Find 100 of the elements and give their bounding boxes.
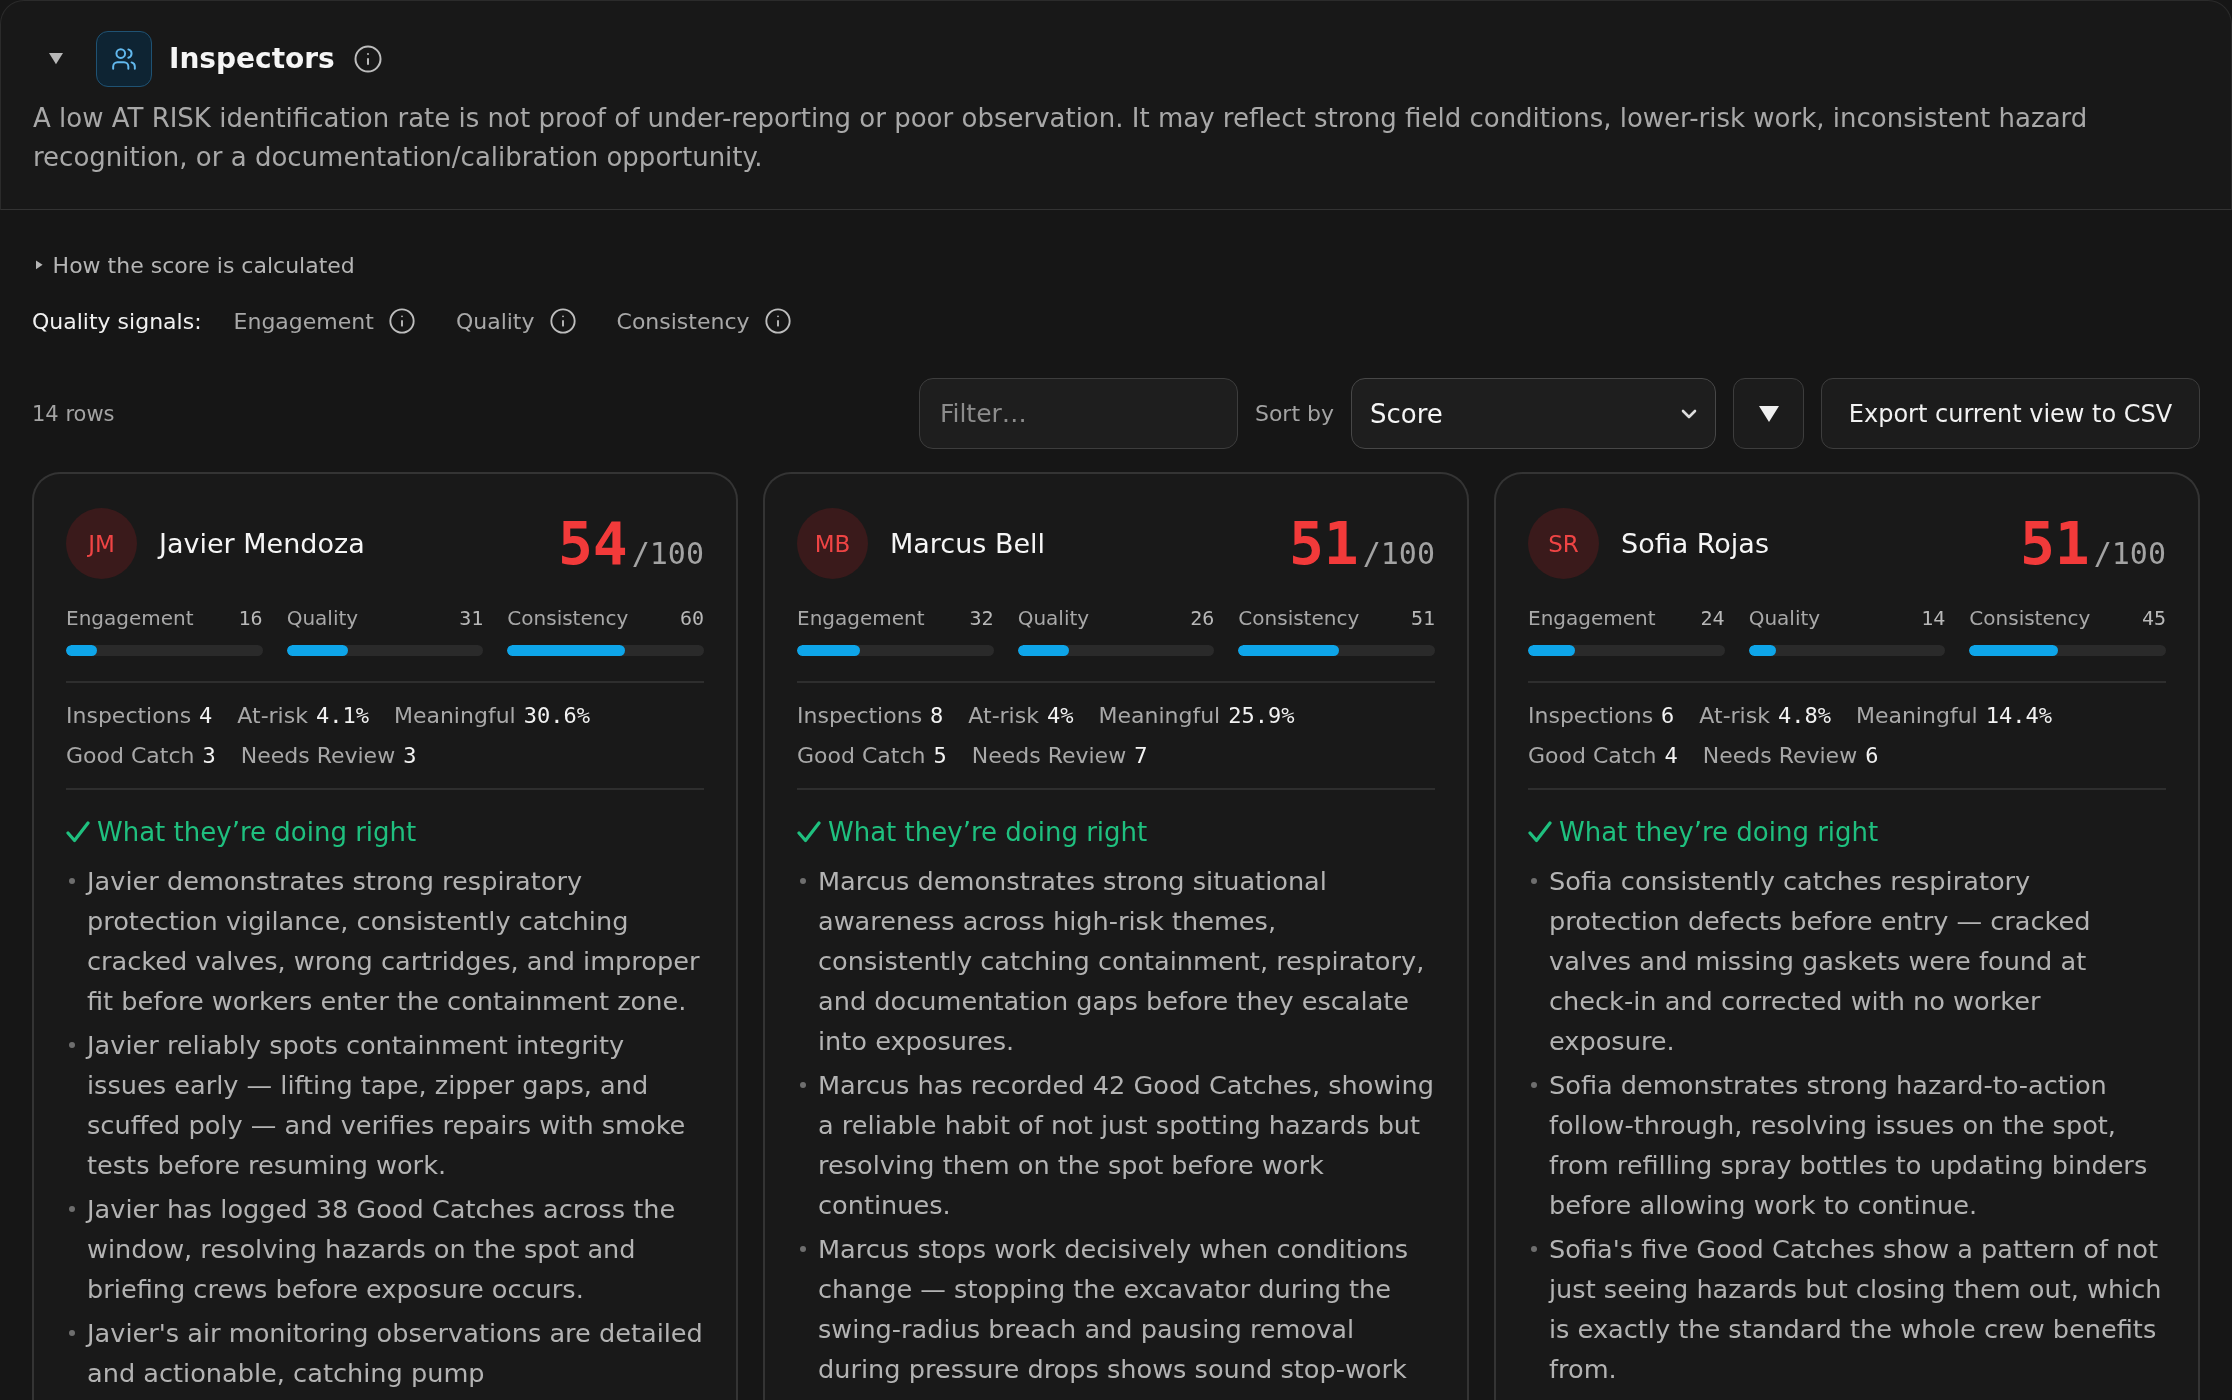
- stat-value: 4.8%: [1777, 702, 1831, 730]
- stat-label: Needs Review: [1702, 742, 1858, 770]
- strengths-heading: What they’re doing right: [1559, 817, 1879, 847]
- signals-label: Quality signals:: [32, 308, 202, 334]
- strength-text: Sofia's five Good Catches show a pattern of not just seeing hazards but closing them out, which is exactly the standard the whole crew benefits from.: [1549, 1233, 2163, 1386]
- stat-value: 30.6%: [523, 702, 590, 730]
- users-icon: [96, 31, 152, 87]
- sort-direction-button[interactable]: [1733, 378, 1804, 449]
- score-explainer-toggle[interactable]: How the score is calculated: [32, 250, 355, 280]
- inspector-name: Marcus Bell: [890, 528, 1046, 559]
- strengths-heading: What they’re doing right: [828, 817, 1148, 847]
- metric-value: 32: [969, 605, 994, 632]
- score-max: /100: [631, 535, 704, 571]
- metric-label: Quality: [1748, 605, 1821, 632]
- stat-value: 6: [1865, 742, 1879, 770]
- stat-value: 8: [930, 702, 944, 730]
- score-max: /100: [2093, 535, 2166, 571]
- metric-value: 16: [238, 605, 263, 632]
- bullet-icon: [69, 1206, 75, 1212]
- metric-label: Consistency: [1238, 605, 1360, 632]
- metric-value: 45: [2141, 605, 2166, 632]
- caret-down-icon[interactable]: [49, 53, 63, 65]
- stat-value: 4: [199, 702, 213, 730]
- stat-label: Inspections: [66, 702, 192, 730]
- strength-text: Javier demonstrates strong respiratory protection vigilance, consistently catching cracked valves, wrong cartridges, and improper fit before workers enter the containment zone.: [87, 865, 701, 1018]
- initials-avatar: SR: [1528, 508, 1599, 579]
- strength-text: Marcus has recorded 42 Good Catches, showing a reliable habit of not just spotting hazards but resolving them on the spot before work continues.: [818, 1069, 1435, 1222]
- sort-label: Sort by: [1254, 401, 1334, 426]
- metric-label: Quality: [286, 605, 359, 632]
- stat-label: Meaningful: [1098, 702, 1221, 730]
- filter-input[interactable]: Filter…: [918, 378, 1238, 449]
- bullet-icon: [1531, 878, 1537, 884]
- stat-label: Needs Review: [971, 742, 1127, 770]
- initials-avatar: MB: [797, 508, 868, 579]
- metric-value: 60: [679, 605, 704, 632]
- stat-value: 6: [1661, 702, 1675, 730]
- bullet-icon: [800, 1246, 806, 1252]
- info-icon[interactable]: [352, 44, 383, 74]
- inspector-name: Javier Mendoza: [159, 528, 365, 559]
- stat-value: 14.4%: [1985, 702, 2052, 730]
- score-value: 51: [2019, 514, 2090, 573]
- strength-text: Javier has logged 38 Good Catches across the window, resolving hazards on the spot and briefing crews before exposure occurs.: [87, 1193, 677, 1306]
- strength-text: Marcus stops work decisively when conditions change — stopping the excavator during the swing-radius breach and pausing removal during pressure drops shows sound stop-work: [818, 1233, 1410, 1386]
- check-icon: [66, 821, 90, 843]
- sort-select[interactable]: Score: [1351, 378, 1716, 449]
- bullet-icon: [800, 1082, 806, 1088]
- stat-label: At-risk: [1699, 702, 1770, 730]
- strength-text: Sofia demonstrates strong hazard-to-action follow-through, resolving issues on the spot, from refilling spray bottles to updating binders before allowing work to continue.: [1549, 1069, 2149, 1222]
- metric-label: Consistency: [507, 605, 629, 632]
- bullet-icon: [1531, 1246, 1537, 1252]
- signal-label: Consistency: [616, 308, 750, 334]
- info-icon[interactable]: [763, 307, 792, 335]
- bullet-icon: [69, 878, 75, 884]
- stat-value: 3: [403, 742, 417, 770]
- metric-label: Engagement: [1528, 605, 1656, 632]
- metric-label: Quality: [1017, 605, 1090, 632]
- metric-value: 14: [1921, 605, 1946, 632]
- stat-label: Inspections: [797, 702, 923, 730]
- metric-value: 51: [1410, 605, 1435, 632]
- check-icon: [797, 821, 821, 843]
- stat-label: Meaningful: [393, 702, 516, 730]
- stat-label: Good Catch: [66, 742, 195, 770]
- initials-avatar: JM: [66, 508, 137, 579]
- stat-label: Inspections: [1528, 702, 1654, 730]
- stat-label: Meaningful: [1855, 702, 1978, 730]
- bullet-icon: [69, 1330, 75, 1336]
- check-icon: [1528, 821, 1552, 843]
- stat-value: 7: [1134, 742, 1148, 770]
- section-title: Inspectors: [169, 41, 335, 77]
- inspector-name: Sofia Rojas: [1621, 528, 1769, 559]
- strengths-heading: What they’re doing right: [97, 817, 417, 847]
- stat-value: 25.9%: [1228, 702, 1295, 730]
- stat-value: 4: [1664, 742, 1678, 770]
- score-value: 54: [557, 514, 628, 573]
- strength-text: Sofia consistently catches respiratory protection defects before entry — cracked valves and missing gaskets were found at check-in and corrected with no worker exposure.: [1549, 865, 2092, 1058]
- score-max: /100: [1362, 535, 1435, 571]
- bullet-icon: [69, 1042, 75, 1048]
- strength-text: Javier's air monitoring observations are detailed and actionable, catching pump: [87, 1317, 704, 1390]
- signal-label: Engagement: [233, 308, 374, 334]
- bullet-icon: [800, 878, 806, 884]
- stat-value: 4.1%: [315, 702, 369, 730]
- info-icon[interactable]: [548, 307, 577, 335]
- metric-value: 24: [1700, 605, 1725, 632]
- strength-text: Marcus demonstrates strong situational awareness across high-risk themes, consistently catching containment, respiratory, and documentation gaps before they escalate into exposures.: [818, 865, 1426, 1058]
- stat-label: At-risk: [968, 702, 1039, 730]
- stat-value: 4%: [1046, 702, 1074, 730]
- stat-value: 5: [933, 742, 947, 770]
- stat-label: At-risk: [237, 702, 308, 730]
- score-value: 51: [1288, 514, 1359, 573]
- export-csv-button[interactable]: Export current view to CSV: [1821, 378, 2200, 449]
- row-count: 14 rows: [32, 401, 115, 426]
- metric-value: 26: [1190, 605, 1215, 632]
- metric-label: Engagement: [797, 605, 925, 632]
- stat-value: 3: [202, 742, 216, 770]
- bullet-icon: [1531, 1082, 1537, 1088]
- metric-value: 31: [459, 605, 484, 632]
- stat-label: Good Catch: [1528, 742, 1657, 770]
- info-icon[interactable]: [387, 307, 416, 335]
- stat-label: Needs Review: [240, 742, 396, 770]
- signal-label: Quality: [455, 308, 535, 334]
